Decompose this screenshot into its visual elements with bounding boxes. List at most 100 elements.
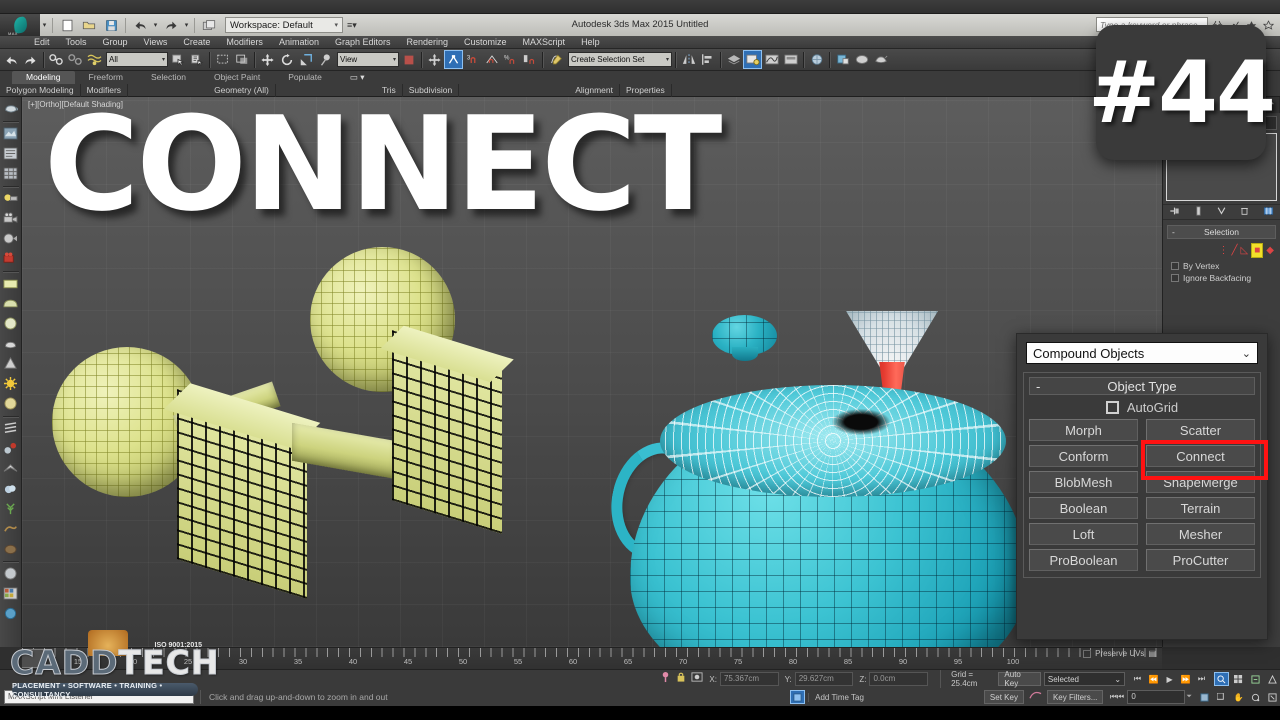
select-and-rotate-icon[interactable] [277, 50, 296, 69]
selection-filter-combo[interactable]: All ▾ [106, 52, 168, 67]
animal-icon[interactable] [2, 519, 20, 538]
connect-button[interactable]: Connect [1146, 445, 1255, 467]
redo-chevron-down-icon[interactable]: ▾ [182, 21, 191, 29]
add-time-tag-label[interactable]: Add Time Tag [808, 692, 864, 702]
spinner-snap-icon[interactable] [520, 50, 539, 69]
select-and-manipulate-icon[interactable] [425, 50, 444, 69]
angle-snap-icon[interactable] [482, 50, 501, 69]
preserve-uvs-checkbox[interactable] [1083, 649, 1092, 658]
bind-to-space-warp-icon[interactable] [85, 50, 104, 69]
edge-subobject-icon[interactable]: ╱ [1232, 245, 1238, 256]
schematic-view-icon[interactable] [781, 50, 800, 69]
add-time-tag-icon[interactable] [790, 690, 806, 704]
by-vertex-row[interactable]: By Vertex [1163, 260, 1280, 272]
menu-item-modifiers[interactable]: Modifiers [218, 36, 271, 49]
y-coordinate-field[interactable]: 29.627cm [794, 672, 854, 686]
open-file-icon[interactable] [78, 15, 100, 35]
vertex-subobject-icon[interactable]: ⋮ [1219, 245, 1229, 256]
object-type-header[interactable]: - Object Type [1029, 377, 1255, 395]
maximize-viewport-toggle-icon[interactable] [1265, 690, 1280, 704]
ribbon-panel-alignment[interactable]: Alignment [569, 84, 621, 97]
application-menu-button[interactable]: MAX [0, 14, 40, 36]
undo-chevron-down-icon[interactable]: ▾ [151, 21, 160, 29]
absolute-relative-mode-icon[interactable] [691, 670, 703, 688]
render-production-icon[interactable] [871, 50, 890, 69]
key-mode-toggle-icon[interactable]: ⏮⏮ [1109, 690, 1124, 704]
select-by-name-icon[interactable] [187, 50, 206, 69]
ribbon-panel-geometry-all[interactable]: Geometry (All) [208, 84, 276, 97]
target-camera-icon[interactable] [2, 229, 20, 248]
menu-item-rendering[interactable]: Rendering [399, 36, 457, 49]
material-browser-icon[interactable] [2, 124, 20, 143]
auto-key-button[interactable]: Auto Key [998, 670, 1041, 688]
selection-lock-icon[interactable] [676, 670, 686, 688]
previous-frame-icon[interactable]: ⏪ [1146, 672, 1161, 686]
menu-item-maxscript[interactable]: MAXScript [515, 36, 574, 49]
procutter-button[interactable]: ProCutter [1146, 549, 1255, 571]
new-file-icon[interactable] [56, 15, 78, 35]
close-icon[interactable] [1261, 17, 1276, 32]
skylight-icon[interactable] [2, 394, 20, 413]
scene-explorer-icon[interactable] [743, 50, 762, 69]
percent-snap-icon[interactable]: % [501, 50, 520, 69]
redo-icon[interactable] [160, 15, 182, 35]
ribbon-panel-properties[interactable]: Properties [620, 84, 672, 97]
isolate-selection-icon[interactable] [660, 670, 671, 688]
mirror-icon[interactable] [679, 50, 698, 69]
menu-item-animation[interactable]: Animation [271, 36, 327, 49]
foliage-icon[interactable] [2, 499, 20, 518]
space-warp-icon[interactable] [2, 459, 20, 478]
polygon-subobject-icon[interactable]: ■ [1251, 243, 1264, 258]
key-filters-button[interactable]: Key Filters... [1046, 690, 1104, 704]
menu-item-graph-editors[interactable]: Graph Editors [327, 36, 399, 49]
rendered-frame-window-icon[interactable] [852, 50, 871, 69]
cloud-icon[interactable] [2, 479, 20, 498]
z-coordinate-field[interactable]: 0.0cm [869, 672, 929, 686]
menu-item-customize[interactable]: Customize [456, 36, 515, 49]
select-and-link-icon[interactable] [47, 50, 66, 69]
ignore-backfacing-row[interactable]: Ignore Backfacing [1163, 272, 1280, 284]
autogrid-checkbox[interactable] [1105, 400, 1119, 414]
ribbon-tab-modeling[interactable]: Modeling [12, 71, 75, 84]
ribbon-tab-freeform[interactable]: Freeform [75, 71, 137, 84]
save-file-icon[interactable] [100, 15, 122, 35]
next-frame-icon[interactable]: ⏩ [1178, 672, 1193, 686]
show-end-result-icon[interactable] [1193, 206, 1204, 218]
viewport-label[interactable]: [+][Ortho][Default Shading] [28, 100, 123, 109]
teapot-shape-icon[interactable] [2, 334, 20, 353]
ribbon-panel-subdivision[interactable]: Subdivision [403, 84, 460, 97]
border-subobject-icon[interactable]: ◺ [1241, 245, 1249, 256]
material-library-icon[interactable] [2, 584, 20, 603]
menu-item-group[interactable]: Group [95, 36, 136, 49]
set-key-button[interactable]: Set Key [983, 690, 1024, 704]
snaps-3d-icon[interactable]: 3 [463, 50, 482, 69]
workspace-combo[interactable]: Workspace: Default ▾ [225, 17, 343, 33]
standard-material-sphere-icon[interactable] [2, 564, 20, 583]
configure-modifier-sets-icon[interactable] [1263, 206, 1274, 218]
ribbon-tab-object-paint[interactable]: Object Paint [200, 71, 274, 84]
frame-spinner-icon[interactable]: ⏷ [1186, 693, 1192, 701]
reference-coord-combo[interactable]: View ▾ [337, 52, 399, 67]
key-mode-combo[interactable]: Selected ⌄ [1043, 672, 1126, 686]
zoom-all-icon[interactable] [1231, 672, 1246, 686]
remove-modifier-icon[interactable] [1239, 206, 1250, 218]
element-subobject-icon[interactable]: ◆ [1266, 245, 1274, 256]
blobmesh-button[interactable]: BlobMesh [1029, 471, 1138, 493]
key-filters-toggle-icon[interactable] [1029, 688, 1042, 706]
use-pivot-center-icon[interactable] [399, 50, 418, 69]
play-animation-icon[interactable]: ▶ [1162, 672, 1177, 686]
ribbon-tab-populate[interactable]: Populate [274, 71, 336, 84]
physical-camera-icon[interactable] [2, 249, 20, 268]
undo-icon[interactable] [129, 15, 151, 35]
cone-primitive-icon[interactable] [2, 354, 20, 373]
layer-explorer-icon[interactable] [724, 50, 743, 69]
align-icon[interactable] [698, 50, 717, 69]
curve-editor-icon[interactable] [762, 50, 781, 69]
hemisphere-primitive-icon[interactable] [2, 294, 20, 313]
quick-access-overflow-icon[interactable]: ≡▾ [347, 20, 357, 31]
rock-icon[interactable] [2, 539, 20, 558]
redo-tool-icon[interactable] [21, 50, 40, 69]
named-selection-set-combo[interactable]: Create Selection Set ▾ [568, 52, 672, 67]
autogrid-row[interactable]: AutoGrid [1029, 395, 1255, 419]
loft-button[interactable]: Loft [1029, 523, 1138, 545]
